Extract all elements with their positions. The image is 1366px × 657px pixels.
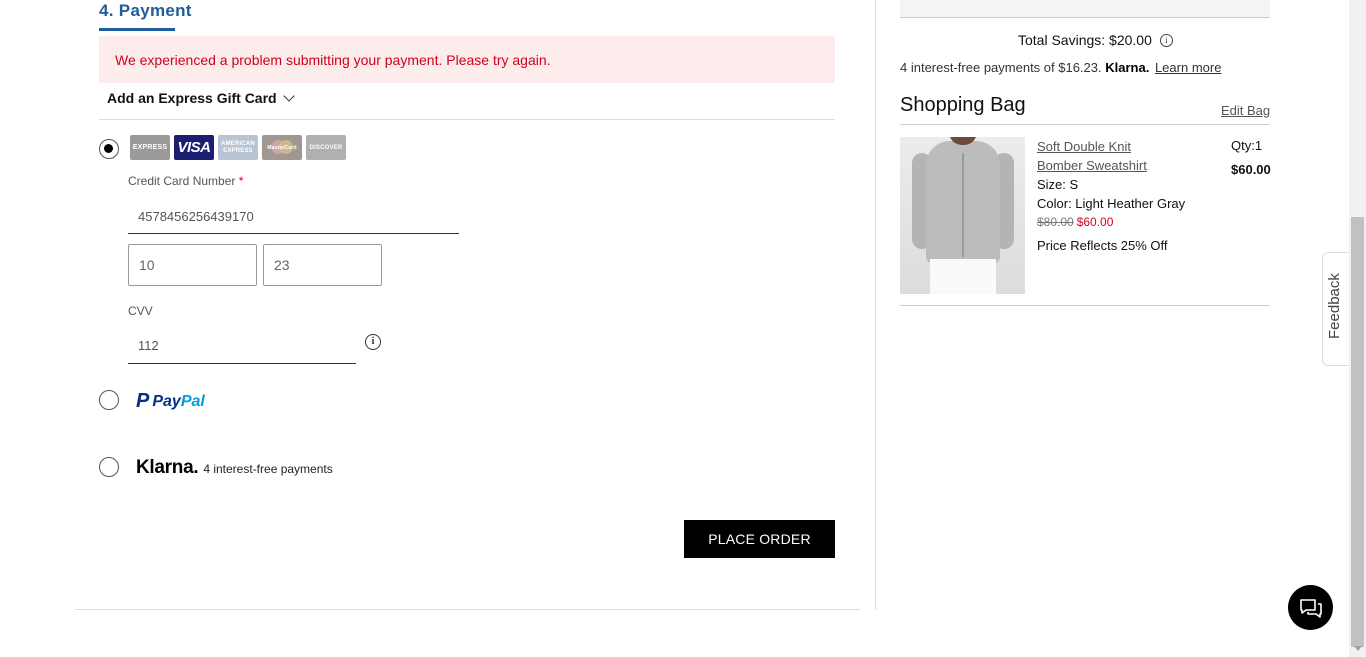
paypal-logo: P PayPal	[136, 390, 205, 413]
discover-card-icon: DISCOVER	[306, 135, 346, 160]
amex-card-icon: AMERICAN EXPRESS	[218, 135, 258, 160]
expiry-year-input[interactable]	[263, 244, 382, 286]
divider	[99, 119, 835, 120]
divider	[900, 305, 1270, 306]
express-card-icon: EXPRESS	[130, 135, 170, 160]
divider	[900, 124, 1270, 125]
paypal-pay: Pay	[152, 392, 181, 410]
visa-card-icon: VISA	[174, 135, 214, 160]
klarna-option-text: 4 interest-free payments	[203, 462, 333, 476]
product-image[interactable]	[900, 137, 1025, 294]
cvv-input[interactable]	[128, 328, 356, 364]
scroll-down-arrow-icon[interactable]	[1354, 646, 1362, 651]
expiry-month-input[interactable]	[128, 244, 257, 286]
paypal-pal: Pal	[180, 392, 205, 410]
divider	[75, 609, 860, 610]
product-name-line1: Soft Double Knit	[1037, 139, 1131, 154]
step-title: 4. Payment	[99, 1, 192, 20]
feedback-tab[interactable]: Feedback	[1322, 252, 1350, 366]
chevron-down-icon	[282, 90, 295, 102]
chat-icon	[1299, 598, 1322, 618]
card-number-label: Credit Card Number *	[128, 174, 243, 188]
payment-error-banner: We experienced a problem submitting your…	[99, 36, 835, 83]
product-price: $80.00 $60.00	[1037, 215, 1113, 229]
column-divider	[875, 0, 876, 610]
total-savings: Total Savings: $20.00 i	[1018, 32, 1173, 48]
checkout-page: 4. Payment We experienced a problem subm…	[0, 0, 1366, 657]
klarna-installments: 4 interest-free payments of $16.23. Klar…	[900, 60, 1221, 75]
klarna-installments-text: 4 interest-free payments of $16.23.	[900, 60, 1102, 75]
scrollbar-thumb[interactable]	[1351, 217, 1364, 647]
total-savings-text: Total Savings: $20.00	[1018, 32, 1152, 48]
klarna-option: Klarna. 4 interest-free payments	[136, 457, 333, 479]
price-reflects-note: Price Reflects 25% Off	[1037, 238, 1168, 253]
paypal-wordmark: PayPal	[152, 393, 204, 411]
edit-bag-link[interactable]: Edit Bag	[1221, 103, 1270, 118]
card-brand-logos: EXPRESS VISA AMERICAN EXPRESS MasterCard…	[130, 135, 346, 160]
product-size: Size: S	[1037, 177, 1079, 192]
summary-top-box	[900, 0, 1270, 18]
step-title-underline	[99, 28, 175, 31]
klarna-brand: Klarna.	[1105, 60, 1150, 75]
product-color: Color: Light Heather Gray	[1037, 196, 1186, 211]
product-line-total: $60.00	[1231, 162, 1271, 177]
original-price: $80.00	[1037, 215, 1074, 229]
product-qty: Qty:1	[1231, 138, 1263, 153]
place-order-button[interactable]: PLACE ORDER	[684, 520, 835, 558]
klarna-radio[interactable]	[99, 457, 119, 477]
gift-card-label: Add an Express Gift Card	[107, 90, 277, 106]
product-name-line2: Bomber Sweatshirt	[1037, 158, 1147, 173]
klarna-learn-more-link[interactable]: Learn more	[1155, 60, 1221, 75]
savings-info-icon[interactable]: i	[1159, 33, 1173, 47]
mastercard-card-icon: MasterCard	[262, 135, 302, 160]
paypal-radio[interactable]	[99, 390, 119, 410]
chat-button[interactable]	[1288, 585, 1333, 630]
sale-price: $60.00	[1076, 215, 1114, 229]
shopping-bag-title: Shopping Bag	[900, 94, 1026, 116]
required-mark: *	[238, 174, 244, 188]
paypal-mark-icon: P	[136, 390, 150, 412]
cvv-label: CVV	[128, 304, 153, 318]
card-number-label-text: Credit Card Number	[128, 174, 236, 188]
card-number-input[interactable]	[128, 200, 459, 234]
mastercard-text: MasterCard	[267, 144, 297, 151]
feedback-label: Feedback	[1326, 273, 1343, 339]
add-gift-card-toggle[interactable]: Add an Express Gift Card	[107, 90, 295, 106]
product-name-link[interactable]: Soft Double Knit Bomber Sweatshirt	[1037, 137, 1167, 175]
credit-card-radio[interactable]	[99, 139, 119, 159]
klarna-logo: Klarna.	[136, 457, 199, 478]
cvv-info-icon[interactable]: i	[365, 334, 381, 350]
